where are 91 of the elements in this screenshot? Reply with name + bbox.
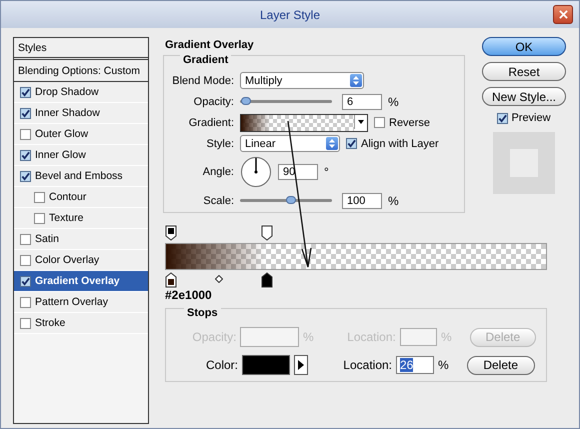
item-label: Contour: [49, 191, 86, 203]
color-swatch[interactable]: [242, 355, 290, 375]
checkbox-label: Reverse: [389, 116, 430, 128]
opacity-stop[interactable]: [165, 225, 177, 241]
spinner-icon: [326, 137, 338, 150]
unit-label: °: [324, 165, 329, 179]
checkbox[interactable]: [20, 108, 31, 118]
checkbox[interactable]: [20, 296, 31, 308]
list-item[interactable]: Inner Glow: [14, 145, 148, 166]
angle-dial[interactable]: [240, 156, 272, 188]
item-label: Gradient Overlay: [35, 275, 120, 287]
list-header: Styles: [14, 38, 148, 60]
field-label: Scale:: [202, 194, 234, 206]
field-label: Angle:: [202, 166, 234, 178]
list-item[interactable]: Inner Shadow: [14, 103, 148, 124]
checkbox[interactable]: [34, 192, 45, 202]
dialog-button[interactable]: Reset: [482, 62, 566, 81]
window-title: Layer Style: [260, 8, 320, 22]
list-item[interactable]: Drop Shadow: [14, 82, 148, 103]
unit-label: %: [388, 94, 399, 108]
slider-thumb[interactable]: [240, 97, 251, 105]
color-stop[interactable]: [165, 272, 177, 288]
dialog-button[interactable]: OK: [482, 37, 566, 56]
color-stop[interactable]: [261, 272, 274, 288]
checkbox[interactable]: [20, 254, 31, 266]
group-title: Gradient: [180, 54, 232, 66]
input-field[interactable]: 100: [342, 192, 382, 208]
checkbox[interactable]: [20, 150, 31, 160]
field-label: Gradient:: [188, 116, 234, 128]
checkbox[interactable]: [20, 86, 31, 98]
close-button[interactable]: [553, 5, 573, 24]
item-label: Bevel and Emboss: [35, 170, 123, 182]
section-title: Gradient Overlay: [165, 39, 255, 51]
item-label: Satin: [35, 233, 59, 245]
field-label: Color:: [204, 358, 238, 372]
blend-mode-dropdown[interactable]: Multiply: [240, 72, 364, 89]
unit-label: %: [441, 330, 452, 344]
checkbox[interactable]: [34, 212, 45, 224]
list-item[interactable]: Color Overlay: [14, 250, 148, 271]
checkbox[interactable]: [20, 318, 31, 328]
close-icon: [558, 10, 568, 19]
item-label: Inner Shadow: [35, 107, 100, 119]
field-label: Opacity:: [192, 96, 234, 108]
location-field[interactable]: [400, 328, 437, 346]
checkbox[interactable]: [20, 276, 31, 286]
checkbox-label: Align with Layer: [361, 138, 439, 150]
midpoint-icon[interactable]: [215, 275, 224, 283]
item-label: Drop Shadow: [35, 86, 99, 98]
group-title: Stops: [184, 307, 221, 319]
field-label: Blend Mode:: [172, 74, 234, 86]
unit-label: %: [438, 358, 449, 372]
item-label: Stroke: [35, 317, 66, 329]
color-code: #2e1000: [165, 288, 213, 302]
list-item[interactable]: Blending Options: Custom: [14, 60, 148, 82]
item-label: Inner Glow: [35, 149, 86, 161]
list-item[interactable]: Satin: [14, 229, 148, 250]
field-label: Location:: [342, 358, 392, 372]
list-item[interactable]: Contour: [14, 187, 148, 208]
item-label: Pattern Overlay: [35, 296, 108, 308]
item-label: Color Overlay: [35, 254, 100, 266]
field-label: Style:: [205, 138, 234, 150]
spinner-icon: [350, 74, 362, 87]
list-item[interactable]: Bevel and Emboss: [14, 166, 148, 187]
checkbox[interactable]: [497, 112, 508, 124]
opacity-field[interactable]: [240, 327, 299, 347]
checkbox[interactable]: [20, 170, 31, 182]
delete-button[interactable]: Delete: [466, 356, 535, 374]
unit-label: %: [388, 194, 399, 208]
checkbox[interactable]: [374, 117, 385, 128]
style-dropdown[interactable]: Linear: [240, 135, 340, 152]
list-item[interactable]: Pattern Overlay: [14, 292, 148, 313]
gradient-picker[interactable]: [240, 114, 368, 132]
unit-label: %: [302, 330, 314, 344]
checkbox[interactable]: [346, 138, 357, 149]
list-item[interactable]: Outer Glow: [14, 124, 148, 145]
list-item[interactable]: Texture: [14, 208, 148, 229]
input-field[interactable]: 6: [342, 94, 382, 110]
list-item[interactable]: Gradient Overlay: [14, 271, 148, 292]
opacity-stop[interactable]: [261, 225, 274, 241]
item-label: Texture: [49, 212, 84, 224]
checkbox[interactable]: [20, 234, 31, 244]
location-field[interactable]: 26: [396, 356, 434, 374]
item-label: Outer Glow: [35, 128, 88, 140]
checkbox[interactable]: [20, 128, 31, 140]
list-item[interactable]: Stroke: [14, 313, 148, 334]
dropdown-arrow-icon: [354, 114, 367, 128]
arrow-button[interactable]: [294, 355, 308, 375]
dialog-button[interactable]: New Style...: [482, 87, 566, 106]
slider-thumb[interactable]: [286, 196, 296, 204]
checkbox-label: Preview: [511, 112, 551, 124]
input-field[interactable]: 90: [278, 164, 318, 180]
